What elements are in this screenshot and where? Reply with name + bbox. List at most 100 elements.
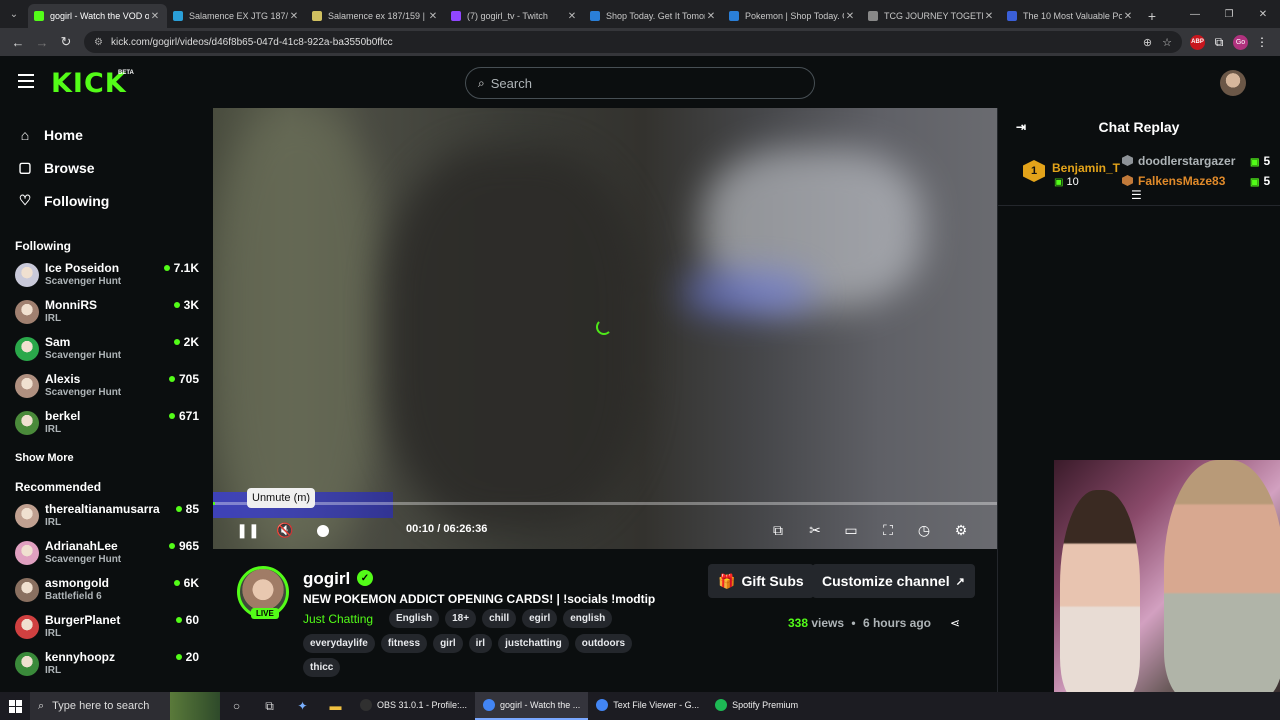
taskbar-app[interactable]: gogirl - Watch the ... bbox=[475, 692, 589, 720]
site-info-icon[interactable]: ⚙ bbox=[94, 37, 103, 48]
sidebar-channel[interactable]: asmongold Battlefield 6 6K bbox=[0, 576, 213, 613]
browser-tab[interactable]: Salamence EX JTG 187/15 ✕ bbox=[167, 4, 306, 28]
channel-name[interactable]: gogirl bbox=[303, 569, 350, 589]
settings-gear-icon[interactable]: ⚙ bbox=[951, 520, 971, 540]
tag-chip[interactable]: english bbox=[563, 609, 613, 628]
recommended-section-title: Recommended bbox=[15, 480, 102, 494]
hamburger-menu-icon[interactable] bbox=[18, 74, 34, 88]
sidebar-channel[interactable]: therealtianamusarra IRL 85 bbox=[0, 502, 213, 539]
tab-close-icon[interactable]: ✕ bbox=[566, 11, 578, 22]
restore-icon[interactable]: ❐ bbox=[1212, 0, 1246, 28]
tag-chip[interactable]: justchatting bbox=[498, 634, 569, 653]
tag-chip[interactable]: girl bbox=[433, 634, 463, 653]
gifter-entry[interactable]: FalkensMaze83 ▣ 5 bbox=[1122, 174, 1270, 188]
tab-close-icon[interactable]: ✕ bbox=[705, 11, 717, 22]
gift-subs-button[interactable]: 🎁 Gift Subs bbox=[708, 564, 814, 598]
browser-tab[interactable]: The 10 Most Valuable Pok ✕ bbox=[1001, 4, 1140, 28]
progress-bar[interactable] bbox=[213, 502, 997, 505]
category-link[interactable]: Just Chatting bbox=[303, 612, 373, 626]
tag-chip[interactable]: chill bbox=[482, 609, 517, 628]
sidebar-channel[interactable]: Ice Poseidon Scavenger Hunt 7.1K bbox=[0, 261, 213, 298]
show-more-button[interactable]: Show More bbox=[0, 452, 213, 464]
new-tab-button[interactable]: + bbox=[1140, 4, 1164, 28]
browser-tab[interactable]: TCG JOURNEY TOGETHER✕ bbox=[862, 4, 1001, 28]
taskbar-search-input[interactable]: ⌕ Type here to search bbox=[30, 692, 220, 720]
tag-chip[interactable]: egirl bbox=[522, 609, 558, 628]
share-icon[interactable]: ⋖ bbox=[950, 616, 960, 630]
fullscreen-icon[interactable]: ⛶ bbox=[878, 520, 898, 540]
nav-item-home[interactable]: ⌂ Home bbox=[0, 118, 213, 151]
back-icon[interactable]: ← bbox=[6, 30, 30, 54]
tab-close-icon[interactable]: ✕ bbox=[844, 11, 856, 22]
copilot-icon[interactable]: ✦ bbox=[286, 692, 319, 720]
tag-chip[interactable]: outdoors bbox=[574, 634, 633, 653]
customize-channel-button[interactable]: Customize channel ↗ bbox=[812, 564, 975, 598]
close-window-icon[interactable]: ✕ bbox=[1246, 0, 1280, 28]
collapse-chat-icon[interactable]: ⇥ bbox=[1016, 120, 1026, 134]
browser-tab[interactable]: Shop Today. Get It Tomorr ✕ bbox=[584, 4, 723, 28]
channel-category: Scavenger Hunt bbox=[45, 276, 122, 287]
pause-icon[interactable]: ❚❚ bbox=[236, 520, 259, 540]
cortana-icon[interactable]: ○ bbox=[220, 692, 253, 720]
browser-menu-icon[interactable]: ⋮ bbox=[1252, 32, 1272, 52]
nav-item-following[interactable]: ♡ Following bbox=[0, 184, 213, 217]
kick-logo[interactable]: KICK bbox=[51, 68, 127, 99]
picture-in-picture-icon[interactable]: ⧉ bbox=[768, 520, 788, 540]
windows-start-icon[interactable] bbox=[0, 692, 30, 720]
nav-item-browse[interactable]: ▢ Browse bbox=[0, 151, 213, 184]
tab-close-icon[interactable]: ✕ bbox=[149, 11, 161, 22]
browser-tab[interactable]: gogirl - Watch the VOD o ✕ bbox=[28, 4, 167, 28]
theater-mode-icon[interactable]: ▭ bbox=[841, 520, 861, 540]
tag-chip[interactable]: English bbox=[389, 609, 440, 628]
zoom-icon[interactable]: ⊕ bbox=[1143, 36, 1152, 49]
adblock-extension-icon[interactable]: ABP bbox=[1190, 34, 1205, 50]
tag-chip[interactable]: irl bbox=[468, 634, 493, 653]
browser-tab[interactable]: Pokemon | Shop Today. G ✕ bbox=[723, 4, 862, 28]
browser-tab[interactable]: (7) gogirl_tv - Twitch ✕ bbox=[445, 4, 584, 28]
tab-close-icon[interactable]: ✕ bbox=[288, 11, 300, 22]
profile-avatar[interactable]: Go bbox=[1233, 34, 1248, 50]
tag-chip[interactable]: everydaylife bbox=[303, 634, 375, 653]
tag-chip[interactable]: 18+ bbox=[445, 609, 477, 628]
search-placeholder: Search bbox=[490, 75, 532, 91]
taskbar-app[interactable]: Text File Viewer - G... bbox=[588, 692, 707, 720]
reload-icon[interactable]: ↻ bbox=[54, 30, 78, 54]
browser-tab[interactable]: Salamence ex 187/159 | B ✕ bbox=[306, 4, 445, 28]
tab-search-icon[interactable]: ⌄ bbox=[0, 0, 28, 28]
tab-close-icon[interactable]: ✕ bbox=[1122, 11, 1134, 22]
sidebar-channel[interactable]: kennyhoopz IRL 20 bbox=[0, 650, 213, 687]
sidebar-channel[interactable]: BurgerPlanet IRL 60 bbox=[0, 613, 213, 650]
sidebar-channel[interactable]: berkel IRL 671 bbox=[0, 409, 213, 446]
video-frame-figure bbox=[383, 148, 643, 528]
sidebar-channel[interactable]: Alexis Scavenger Hunt 705 bbox=[0, 372, 213, 409]
forward-icon[interactable]: → bbox=[30, 30, 54, 54]
task-view-icon[interactable]: ⧉ bbox=[253, 692, 286, 720]
chat-filter-icon[interactable]: ☰ bbox=[1131, 188, 1142, 202]
tag-chip[interactable]: fitness bbox=[380, 634, 428, 653]
tab-close-icon[interactable]: ✕ bbox=[983, 11, 995, 22]
extensions-puzzle-icon[interactable]: ⧉ bbox=[1209, 32, 1229, 52]
top-gifter-name[interactable]: Benjamin_T bbox=[1052, 161, 1120, 175]
tag-chip[interactable]: thicc bbox=[303, 658, 341, 677]
sidebar-channel[interactable]: AdrianahLee Scavenger Hunt 965 bbox=[0, 539, 213, 576]
user-avatar[interactable] bbox=[1220, 70, 1246, 96]
tab-close-icon[interactable]: ✕ bbox=[427, 11, 439, 22]
sidebar-channel[interactable]: MonniRS IRL 3K bbox=[0, 298, 213, 335]
volume-slider-handle[interactable] bbox=[317, 525, 329, 537]
taskbar-app[interactable]: Spotify Premium bbox=[707, 692, 806, 720]
playback-speed-icon[interactable]: ◷ bbox=[914, 520, 934, 540]
sidebar-channel[interactable]: Sam Scavenger Hunt 2K bbox=[0, 335, 213, 372]
video-player[interactable]: ❚❚ 🔇 00:10 / 06:26:36 ⧉ ✂ ▭ ⛶ ◷ ⚙ bbox=[213, 108, 997, 549]
minimize-icon[interactable]: — bbox=[1178, 0, 1212, 28]
search-input[interactable]: ⌕ Search bbox=[465, 67, 815, 99]
file-explorer-icon[interactable]: ▬ bbox=[319, 692, 352, 720]
muted-speaker-icon[interactable]: 🔇 bbox=[275, 520, 295, 540]
clip-icon[interactable]: ✂ bbox=[805, 520, 825, 540]
channel-avatar bbox=[15, 652, 39, 676]
chat-header: ⇥ Chat Replay bbox=[998, 108, 1280, 146]
taskbar-app[interactable]: OBS 31.0.1 - Profile:... bbox=[352, 692, 475, 720]
url-field[interactable]: ⚙ kick.com/gogirl/videos/d46f8b65-047d-4… bbox=[84, 31, 1182, 53]
bookmark-star-icon[interactable]: ☆ bbox=[1162, 36, 1172, 49]
viewer-count: 3K bbox=[173, 298, 199, 312]
gifter-entry[interactable]: doodlerstargazer ▣ 5 bbox=[1122, 154, 1270, 168]
